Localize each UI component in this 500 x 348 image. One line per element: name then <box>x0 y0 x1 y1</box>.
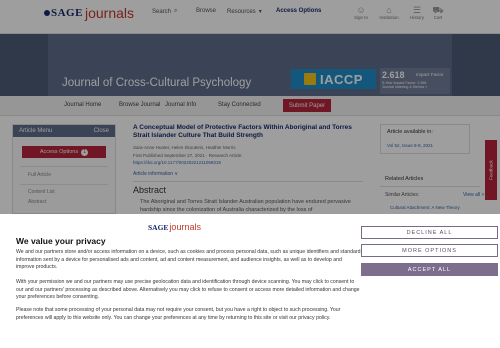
more-options-button[interactable]: MORE OPTIONS <box>361 244 498 257</box>
cookie-logo-sage: SAGE <box>148 223 169 232</box>
cookie-banner-logo: SAGE journals <box>148 222 201 232</box>
cookie-paragraph-2: With your permission we and our partners… <box>16 279 360 301</box>
cookie-paragraph-1: We and our partners store and/or access … <box>16 249 361 272</box>
cookie-p1-text: We and our partners store and/or access … <box>16 249 361 271</box>
cookie-title: We value your privacy <box>16 236 106 246</box>
decline-all-button[interactable]: DECLINE ALL <box>361 226 498 239</box>
cookie-paragraph-3: Please note that some processing of your… <box>16 307 341 321</box>
cookie-logo-journals: journals <box>169 222 201 232</box>
accept-all-button[interactable]: ACCEPT ALL <box>361 263 498 276</box>
